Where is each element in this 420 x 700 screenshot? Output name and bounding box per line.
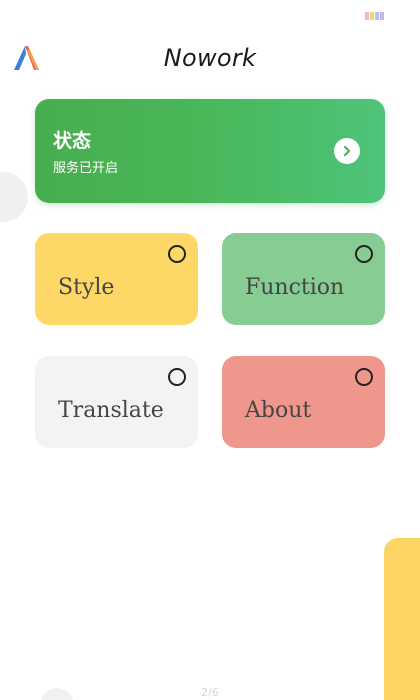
translate-tile-label: Translate xyxy=(58,398,164,423)
translate-tile[interactable]: Translate xyxy=(35,356,198,448)
decorative-circle xyxy=(0,172,28,222)
about-radio-button[interactable] xyxy=(355,368,373,386)
service-status-card[interactable]: 状态 服务已开启 xyxy=(35,99,385,203)
decorative-bar xyxy=(384,538,420,700)
function-tile[interactable]: Function xyxy=(222,233,385,325)
style-tile[interactable]: Style xyxy=(35,233,198,325)
style-tile-label: Style xyxy=(58,275,115,300)
about-tile-label: About xyxy=(245,398,312,423)
style-radio-button[interactable] xyxy=(168,245,186,263)
chevron-right-icon[interactable] xyxy=(334,138,360,164)
app-screen: Nowork 状态 服务已开启 Style Function Translate… xyxy=(0,0,420,700)
app-title: Nowork xyxy=(163,44,257,72)
page-indicator: 2/6 xyxy=(201,686,219,699)
status-card-title: 状态 xyxy=(53,130,92,152)
status-card-subtitle: 服务已开启 xyxy=(53,161,119,176)
function-radio-button[interactable] xyxy=(355,245,373,263)
about-tile[interactable]: About xyxy=(222,356,385,448)
function-tile-label: Function xyxy=(245,275,345,300)
status-bar-indicator xyxy=(365,12,384,20)
translate-radio-button[interactable] xyxy=(168,368,186,386)
